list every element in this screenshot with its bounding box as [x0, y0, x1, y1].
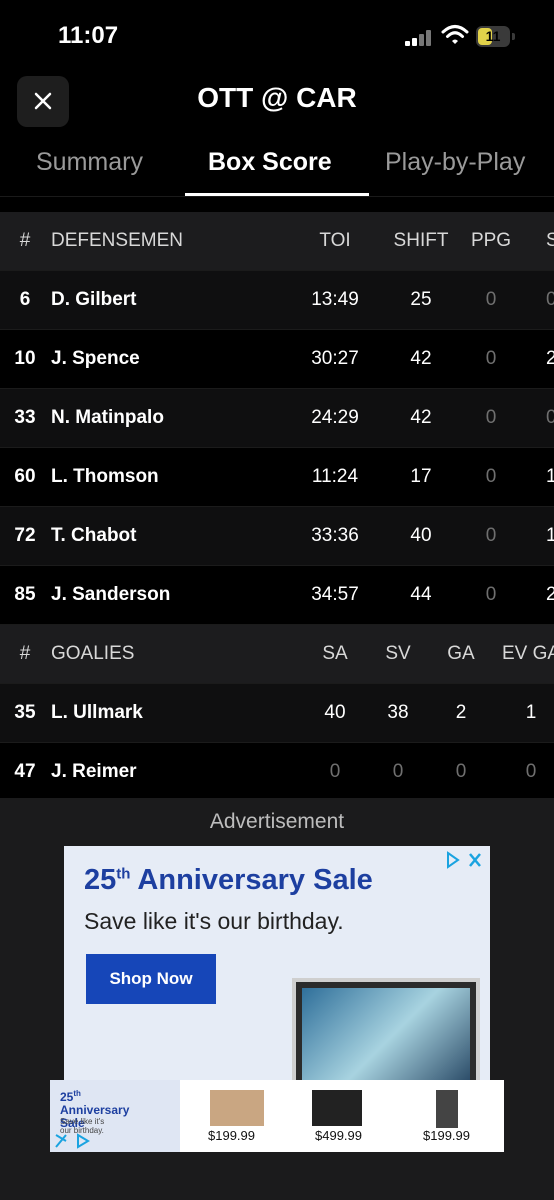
advertisement-label: Advertisement — [209, 810, 345, 833]
shift-value: 42 — [410, 407, 432, 428]
defensemen-header-row: # DEFENSEMEN TOI SHIFT PPG S — [0, 212, 554, 271]
status-bar: 11:07 11 — [0, 0, 554, 72]
toi-value: 33:36 — [311, 525, 359, 546]
ev-ga-value: 0 — [525, 761, 537, 782]
toi-value: 11:24 — [311, 466, 359, 487]
player-name[interactable]: L. Ullmark — [51, 684, 143, 742]
table-row[interactable]: 35 L. Ullmark 40 38 2 1 — [0, 684, 554, 743]
tab-summary[interactable]: Summary — [36, 148, 143, 177]
ad-headline: 25th Anniversary Sale — [84, 864, 373, 896]
box-score-table: # DEFENSEMEN TOI SHIFT PPG S 6 D. Gilber… — [0, 212, 554, 802]
column-header-sa[interactable]: SA — [304, 625, 366, 683]
column-header-sv[interactable]: SV — [360, 625, 436, 683]
column-header-goalies: GOALIES — [51, 643, 135, 664]
toi-value: 24:29 — [311, 407, 359, 428]
banner-price: $199.99 — [423, 1128, 470, 1143]
tab-bar: Summary Box Score Play-by-Play — [0, 140, 554, 198]
table-row[interactable]: 47 J. Reimer 0 0 0 0 — [0, 743, 554, 802]
player-number: 33 — [14, 407, 36, 428]
tab-box-score[interactable]: Box Score — [208, 148, 332, 177]
battery-level: 11 — [485, 28, 501, 44]
ppg-value: 0 — [485, 466, 497, 487]
player-number: 6 — [19, 289, 31, 310]
s-value: 1 — [546, 466, 554, 487]
banner-brand-panel: 25th Anniversary Sale Save like it's our… — [50, 1080, 180, 1152]
game-title: OTT @ CAR — [197, 82, 357, 113]
adchoices-icon[interactable] — [52, 1132, 98, 1150]
table-row[interactable]: 33 N. Matinpalo 24:29 42 0 0 — [0, 389, 554, 448]
shift-value: 25 — [410, 289, 432, 310]
adchoices-icon[interactable] — [444, 850, 484, 870]
column-header-toi[interactable]: TOI — [304, 212, 366, 270]
ad-subtitle: Save like it's our birthday. — [84, 908, 344, 934]
goalies-header-row: # GOALIES SA SV GA EV GA — [0, 625, 554, 684]
column-header-s[interactable]: S — [546, 212, 554, 270]
sv-value: 38 — [387, 702, 409, 723]
shift-value: 42 — [410, 348, 432, 369]
ppg-value: 0 — [485, 407, 497, 428]
table-row[interactable]: 60 L. Thomson 11:24 17 0 1 — [0, 448, 554, 507]
sa-value: 40 — [324, 702, 346, 723]
player-number: 10 — [14, 348, 36, 369]
shift-value: 44 — [410, 584, 432, 605]
shop-now-button[interactable]: Shop Now — [86, 954, 216, 1004]
ga-value: 0 — [455, 761, 467, 782]
status-time: 11:07 — [58, 22, 119, 49]
player-name[interactable]: N. Matinpalo — [51, 389, 164, 447]
s-value: 0 — [546, 407, 554, 428]
column-header-number: # — [19, 230, 31, 251]
banner-price: $499.99 — [315, 1128, 362, 1143]
player-number: 35 — [14, 702, 36, 723]
player-name[interactable]: D. Gilbert — [51, 271, 137, 329]
player-name[interactable]: T. Chabot — [51, 507, 137, 565]
wifi-icon — [441, 25, 469, 44]
table-row[interactable]: 6 D. Gilbert 13:49 25 0 0 — [0, 271, 554, 330]
table-row[interactable]: 85 J. Sanderson 34:57 44 0 2 — [0, 566, 554, 625]
tab-play-by-play[interactable]: Play-by-Play — [385, 148, 525, 177]
sa-value: 0 — [329, 761, 341, 782]
ad-card[interactable]: 25th Anniversary Sale Save like it's our… — [64, 846, 490, 1086]
s-value: 2 — [546, 348, 554, 369]
s-value: 2 — [546, 584, 554, 605]
column-header-defensemen: DEFENSEMEN — [51, 230, 183, 251]
ga-value: 2 — [455, 702, 467, 723]
blender-image — [436, 1090, 458, 1128]
ppg-value: 0 — [485, 525, 497, 546]
ppg-value: 0 — [485, 584, 497, 605]
bottom-banner-ad[interactable]: 25th Anniversary Sale Save like it's our… — [50, 1080, 504, 1152]
ppg-value: 0 — [485, 348, 497, 369]
player-name[interactable]: J. Spence — [51, 330, 140, 388]
player-name[interactable]: J. Reimer — [51, 743, 137, 801]
cellular-signal-icon — [405, 30, 435, 46]
s-value: 0 — [546, 289, 554, 310]
camera-image — [312, 1090, 362, 1126]
ev-ga-value: 1 — [525, 702, 537, 723]
toi-value: 30:27 — [311, 348, 359, 369]
luggage-image — [210, 1090, 264, 1126]
column-header-shift[interactable]: SHIFT — [383, 212, 459, 270]
shift-value: 17 — [410, 466, 432, 487]
player-name[interactable]: J. Sanderson — [51, 566, 170, 624]
player-number: 60 — [14, 466, 36, 487]
sv-value: 0 — [392, 761, 404, 782]
s-value: 1 — [546, 525, 554, 546]
column-header-number: # — [19, 643, 31, 664]
ad-product-image — [292, 978, 480, 1086]
divider — [0, 196, 554, 197]
ppg-value: 0 — [485, 289, 497, 310]
shift-value: 40 — [410, 525, 432, 546]
column-header-ppg[interactable]: PPG — [463, 212, 519, 270]
toi-value: 34:57 — [311, 584, 359, 605]
player-number: 47 — [14, 761, 36, 782]
banner-price: $199.99 — [208, 1128, 255, 1143]
player-number: 85 — [14, 584, 36, 605]
column-header-ev-ga[interactable]: EV GA — [502, 625, 554, 683]
player-name[interactable]: L. Thomson — [51, 448, 159, 506]
player-number: 72 — [14, 525, 36, 546]
table-row[interactable]: 10 J. Spence 30:27 42 0 2 — [0, 330, 554, 389]
column-header-ga[interactable]: GA — [433, 625, 489, 683]
battery-icon: 11 — [476, 26, 516, 47]
table-row[interactable]: 72 T. Chabot 33:36 40 0 1 — [0, 507, 554, 566]
toi-value: 13:49 — [311, 289, 359, 310]
